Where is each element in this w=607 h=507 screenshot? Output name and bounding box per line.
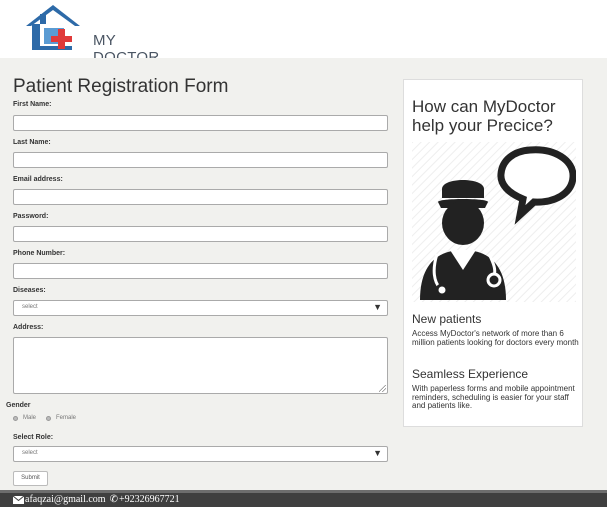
footer-email[interactable]: afaqzai@gmail.com bbox=[25, 494, 106, 505]
main-content: Patient Registration Form First Name: La… bbox=[0, 58, 607, 490]
address-textarea[interactable] bbox=[13, 337, 388, 394]
info-panel: How can MyDoctor help your Precice? New … bbox=[403, 79, 583, 427]
house-cross-logo-icon bbox=[26, 5, 80, 50]
footer-phone[interactable]: +92326967721 bbox=[119, 494, 180, 505]
email-label: Email address: bbox=[13, 176, 63, 183]
footer: afaqzai@gmail.com ✆ +92326967721 bbox=[0, 490, 607, 507]
footer-contact: afaqzai@gmail.com ✆ +92326967721 bbox=[13, 494, 180, 505]
page-title: Patient Registration Form bbox=[13, 76, 229, 97]
last-name-label: Last Name: bbox=[13, 139, 51, 146]
gender-female-label: Female bbox=[56, 415, 77, 421]
header: MY DOCTOR bbox=[0, 0, 607, 66]
phone-input[interactable] bbox=[13, 263, 388, 279]
address-label: Address: bbox=[13, 324, 44, 331]
diseases-select[interactable]: select ▼ bbox=[13, 300, 388, 316]
diseases-label: Diseases: bbox=[13, 287, 46, 294]
role-select[interactable]: select ▼ bbox=[13, 446, 388, 462]
info-panel-title: How can MyDoctor help your Precice? bbox=[412, 97, 556, 135]
diseases-select-value: select bbox=[22, 304, 38, 310]
doctor-speech-bubble-icon bbox=[412, 142, 576, 302]
last-name-input[interactable] bbox=[13, 152, 388, 168]
role-select-value: select bbox=[22, 450, 38, 456]
new-patients-heading: New patients bbox=[412, 312, 482, 326]
new-patients-text: Access MyDoctor's network of more than 6… bbox=[412, 329, 579, 347]
gender-male-label: Male bbox=[23, 415, 37, 421]
phone-label: Phone Number: bbox=[13, 250, 66, 257]
password-input[interactable] bbox=[13, 226, 388, 242]
password-label: Password: bbox=[13, 213, 49, 220]
email-input[interactable] bbox=[13, 189, 388, 205]
triangle-down-icon: ▼ bbox=[373, 448, 382, 458]
first-name-label: First Name: bbox=[13, 101, 52, 108]
seamless-experience-heading: Seamless Experience bbox=[412, 367, 529, 381]
mail-icon bbox=[13, 495, 24, 504]
triangle-down-icon: ▼ bbox=[373, 302, 382, 312]
phone-icon: ✆ bbox=[109, 494, 118, 505]
logo[interactable]: MY DOCTOR bbox=[20, 2, 165, 66]
gender-male-radio[interactable] bbox=[13, 415, 18, 421]
role-label: Select Role: bbox=[13, 434, 54, 441]
gender-label: Gender bbox=[6, 402, 31, 409]
gender-female-radio[interactable] bbox=[46, 415, 52, 421]
first-name-input[interactable] bbox=[13, 115, 388, 131]
submit-button[interactable]: Submit bbox=[13, 471, 48, 486]
seamless-experience-text: With paperless forms and mobile appointm… bbox=[412, 384, 575, 410]
gender-options: Male Female bbox=[13, 415, 86, 421]
resize-grip-icon[interactable] bbox=[379, 385, 386, 392]
